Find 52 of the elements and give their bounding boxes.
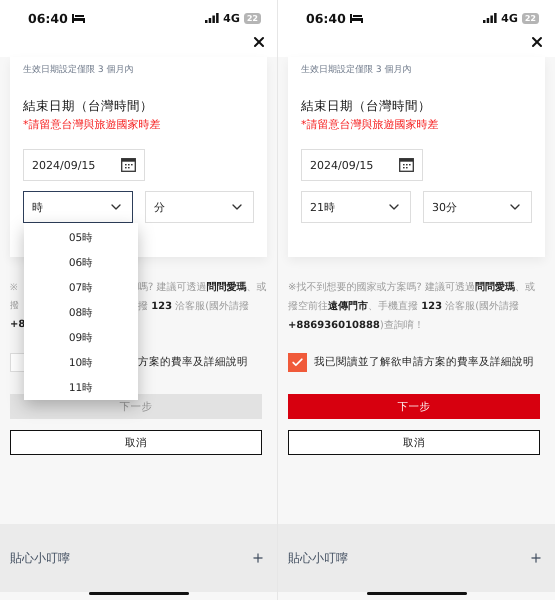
network-label: 4G (223, 12, 240, 24)
status-time: 06:40 (28, 10, 68, 26)
validity-note: 生效日期設定僅限 3 個月內 (301, 64, 412, 76)
signal-icon (205, 13, 220, 23)
hour-option[interactable]: 05時 (24, 225, 138, 250)
notice-text: ※找不到想要的國家或方案嗎? 建議可透過問問愛瑪、或 (288, 280, 535, 294)
hour-option[interactable]: 07時 (24, 275, 138, 300)
notice-text: 撥 (10, 299, 19, 312)
close-button[interactable] (251, 34, 267, 50)
minute-select[interactable]: 30分 (423, 191, 532, 223)
calendar-icon (399, 158, 414, 172)
check-icon (291, 356, 304, 368)
signal-icon (483, 13, 498, 23)
validity-note: 生效日期設定僅限 3 個月內 (23, 64, 134, 76)
tips-label: 貼心小叮嚀 (10, 550, 70, 566)
timezone-warning: *請留意台灣與旅遊國家時差 (301, 117, 440, 132)
battery-icon: 22 (244, 12, 261, 24)
network-label: 4G (501, 12, 518, 24)
hour-option[interactable]: 06時 (24, 250, 138, 275)
notice-text: ※ (10, 281, 18, 293)
minute-select[interactable]: 分 (145, 191, 254, 223)
battery-icon: 22 (522, 12, 539, 24)
date-field[interactable]: 2024/09/15 (23, 149, 145, 181)
tips-bar[interactable]: 貼心小叮嚀 (0, 524, 277, 592)
next-button[interactable]: 下一步 (288, 394, 540, 419)
hour-option[interactable]: 10時 (24, 350, 138, 375)
plus-icon (529, 551, 543, 565)
notice-text: 撥空前往遠傳門市、手機直撥 123 洽客服(國外請撥 (288, 299, 520, 312)
tips-bar[interactable]: 貼心小叮嚀 (278, 524, 555, 592)
tips-label: 貼心小叮嚀 (288, 550, 348, 566)
agree-checkbox[interactable] (288, 352, 307, 372)
bed-icon (72, 14, 85, 22)
hour-select[interactable]: 21時 (301, 191, 411, 223)
notice-text: +886936010888)查詢唷！ (288, 318, 424, 332)
plus-icon (251, 551, 265, 565)
agree-label: 我已閱讀並了解欲申請方案的費率及詳細說明 (314, 355, 535, 369)
notice-text: 撥 123 洽客服(國外請撥 (138, 300, 250, 312)
cancel-button[interactable]: 取消 (10, 430, 262, 455)
close-button[interactable] (529, 34, 545, 50)
hour-option[interactable]: 09時 (24, 325, 138, 350)
notice-text: 嗎? 建議可透過問問愛瑪、或 (138, 280, 267, 294)
cancel-button[interactable]: 取消 (288, 430, 540, 455)
status-time: 06:40 (306, 10, 346, 26)
date-field[interactable]: 2024/09/15 (301, 149, 423, 181)
timezone-warning: *請留意台灣與旅遊國家時差 (23, 117, 162, 132)
agree-label: 方案的費率及詳細說明 (138, 355, 249, 369)
hour-option[interactable]: 08時 (24, 300, 138, 325)
end-date-title: 結束日期（台灣時間） (23, 98, 154, 115)
bed-icon (350, 14, 363, 22)
end-date-title: 結束日期（台灣時間） (301, 98, 432, 115)
hour-select[interactable]: 時 (23, 191, 133, 223)
calendar-icon (121, 158, 136, 172)
